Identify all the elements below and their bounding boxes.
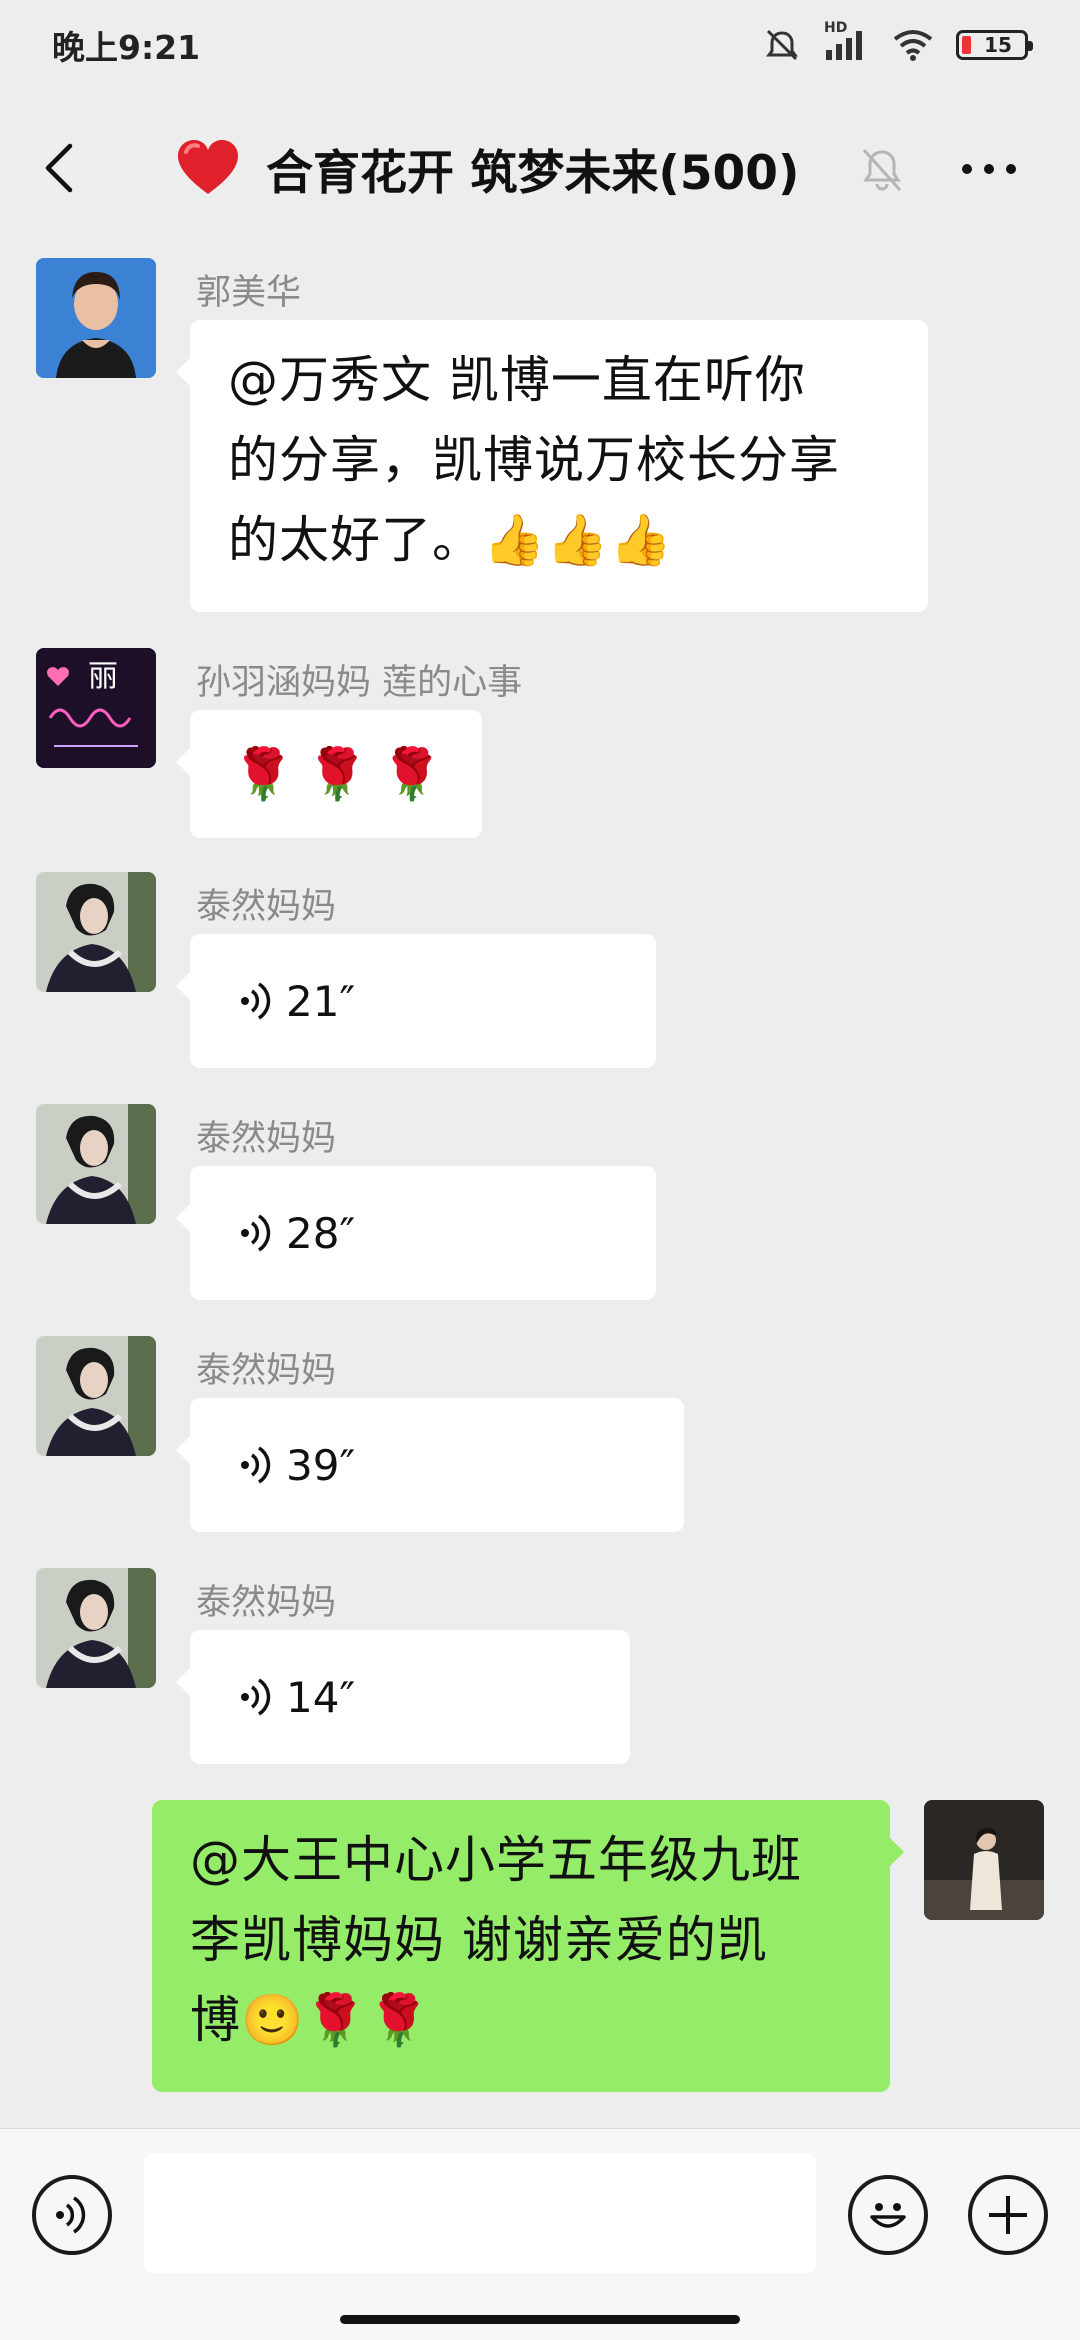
- chevron-left-icon: [45, 143, 73, 193]
- more-options-button[interactable]: [962, 154, 1032, 184]
- emoji-button[interactable]: [848, 2175, 928, 2255]
- sender-name: 孙羽涵妈妈 莲的心事: [196, 663, 523, 703]
- status-icons: HD 15: [762, 20, 1033, 63]
- voice-wave-icon: [241, 1678, 271, 1716]
- avatar-text: 丽: [88, 659, 118, 694]
- voice-duration: 14″: [286, 1672, 356, 1722]
- rose-icon: 🌹: [306, 745, 381, 803]
- dot-icon: [984, 164, 994, 174]
- mute-notification-icon: [862, 148, 902, 192]
- avatar[interactable]: [36, 1336, 156, 1456]
- voice-icon: [56, 2196, 86, 2234]
- battery-icon: 15: [956, 30, 1033, 60]
- sender-name: 泰然妈妈: [196, 1583, 337, 1623]
- status-time: 晚上9:21: [52, 28, 201, 67]
- avatar[interactable]: [36, 258, 156, 378]
- smile-emoji-icon: 🙂: [241, 1991, 305, 2049]
- voice-duration: 39″: [286, 1440, 356, 1490]
- sender-name: 泰然妈妈: [196, 887, 337, 927]
- message-bubble[interactable]: @大王中心小学五年级九班 李凯博妈妈 谢谢亲爱的凯 博🙂🌹🌹: [152, 1800, 904, 2092]
- sender-name: 泰然妈妈: [196, 1119, 337, 1159]
- rose-icon: 🌹: [380, 745, 455, 803]
- voice-wave-icon: [241, 1214, 271, 1252]
- chat-header: 合育花开 筑梦未来(500): [0, 110, 1080, 225]
- message-text: @万秀文 凯博一直在听你 的分享，凯博说万校长分享 的太好了。👍👍👍: [228, 351, 840, 569]
- message-input[interactable]: [144, 2153, 816, 2273]
- message-emoji: 🌹🌹🌹: [190, 710, 482, 838]
- input-bar: [0, 2128, 1080, 2340]
- avatar[interactable]: [36, 1568, 156, 1688]
- rose-icon: 🌹: [304, 1991, 368, 2049]
- voice-duration: 28″: [286, 1208, 356, 1258]
- avatar[interactable]: [36, 872, 156, 992]
- voice-input-button[interactable]: [32, 2175, 112, 2255]
- rose-icon: 🌹: [367, 1991, 431, 2049]
- more-functions-button[interactable]: [968, 2175, 1048, 2255]
- red-heart-icon: [178, 140, 238, 194]
- thumbs-up-icon: 👍: [483, 511, 547, 569]
- smiley-icon: [870, 2203, 906, 2228]
- network-label: HD: [824, 20, 848, 36]
- sender-name: 泰然妈妈: [196, 1351, 337, 1391]
- wifi-icon: [892, 29, 934, 61]
- battery-level: 15: [984, 33, 1012, 57]
- home-indicator[interactable]: [340, 2315, 740, 2324]
- cellular-signal-icon: HD: [824, 20, 870, 62]
- dot-icon: [1006, 164, 1016, 174]
- voice-wave-icon: [241, 1446, 271, 1484]
- voice-message-bubble[interactable]: 28″: [176, 1166, 656, 1300]
- avatar[interactable]: 丽: [36, 648, 156, 768]
- thumbs-up-icon: 👍: [546, 511, 610, 569]
- voice-message-bubble[interactable]: 39″: [176, 1398, 684, 1532]
- my-avatar[interactable]: [924, 1800, 1044, 1920]
- chat-title-group[interactable]: 合育花开 筑梦未来(500): [176, 136, 800, 201]
- message-text: @大王中心小学五年级九班 李凯博妈妈 谢谢亲爱的凯 博🙂🌹🌹: [190, 1831, 802, 2049]
- plus-icon: [989, 2196, 1027, 2234]
- message-bubble[interactable]: @万秀文 凯博一直在听你 的分享，凯博说万校长分享 的太好了。👍👍👍: [176, 320, 928, 612]
- voice-wave-icon: [241, 982, 271, 1020]
- dot-icon: [962, 164, 972, 174]
- voice-message-bubble[interactable]: 21″: [176, 934, 656, 1068]
- rose-icon: 🌹: [232, 745, 307, 803]
- sender-name: 郭美华: [196, 273, 302, 313]
- voice-message-bubble[interactable]: 14″: [176, 1630, 630, 1764]
- message-bubble[interactable]: 🌹🌹🌹: [176, 710, 482, 838]
- status-bar: 晚上9:21 HD 15: [0, 0, 1080, 90]
- thumbs-up-icon: 👍: [609, 511, 673, 569]
- voice-duration: 21″: [286, 976, 356, 1026]
- chat-title: 合育花开 筑梦未来(500): [266, 145, 800, 201]
- back-button[interactable]: [40, 138, 90, 198]
- avatar[interactable]: [36, 1104, 156, 1224]
- silent-alarm-icon: [762, 27, 802, 63]
